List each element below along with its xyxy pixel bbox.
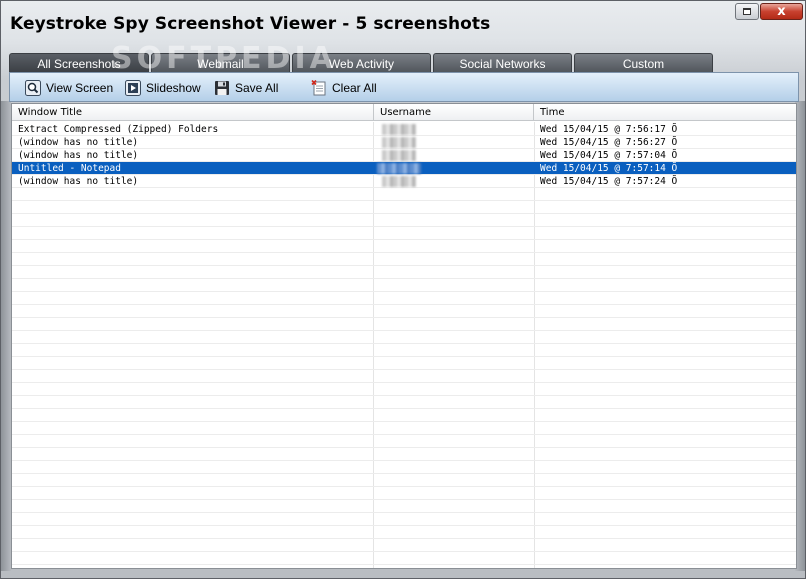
row-time: Wed 15/04/15 @ 7:56:17 Õ <box>540 124 678 135</box>
empty-row <box>12 240 796 253</box>
close-button[interactable]: x <box>760 3 803 20</box>
app-window: Keystroke Spy Screenshot Viewer - 5 scre… <box>0 0 806 579</box>
clear-all-label: Clear All <box>332 81 377 95</box>
tab-all-screenshots[interactable]: All Screenshots <box>9 53 149 73</box>
row-window-title: (window has no title) <box>18 137 139 148</box>
row-time: Wed 15/04/15 @ 7:57:24 Õ <box>540 176 678 187</box>
username-redacted <box>382 124 416 135</box>
empty-row <box>12 552 796 565</box>
slideshow-button[interactable]: Slideshow <box>124 78 201 98</box>
empty-row <box>12 435 796 448</box>
empty-row <box>12 253 796 266</box>
table-row[interactable]: Extract Compressed (Zipped) Folders Wed … <box>12 123 796 136</box>
empty-row <box>12 266 796 279</box>
toolbar: View Screen Slideshow Save All Clear All <box>9 72 799 102</box>
empty-row <box>12 370 796 383</box>
empty-row <box>12 500 796 513</box>
row-time: Wed 15/04/15 @ 7:56:27 Õ <box>540 137 678 148</box>
empty-row <box>12 396 796 409</box>
tab-web-activity[interactable]: Web Activity <box>292 53 431 73</box>
table-row[interactable]: (window has no title) Wed 15/04/15 @ 7:5… <box>12 175 796 188</box>
empty-row <box>12 526 796 539</box>
tab-social-networks[interactable]: Social Networks <box>433 53 572 73</box>
window-frame-left <box>1 101 11 571</box>
column-header-username[interactable]: Username <box>374 104 534 121</box>
tab-custom[interactable]: Custom <box>574 53 713 73</box>
save-all-button[interactable]: Save All <box>213 78 278 98</box>
window-title: Keystroke Spy Screenshot Viewer - 5 scre… <box>10 14 491 34</box>
username-redacted <box>382 150 416 161</box>
empty-row <box>12 487 796 500</box>
clear-document-icon <box>310 80 327 97</box>
restore-icon <box>743 8 751 15</box>
empty-row <box>12 565 796 568</box>
row-window-title: Extract Compressed (Zipped) Folders <box>18 124 219 135</box>
username-redacted <box>377 163 421 174</box>
table-row[interactable]: (window has no title) Wed 15/04/15 @ 7:5… <box>12 149 796 162</box>
row-window-title: Untitled - Notepad <box>18 163 121 174</box>
empty-row <box>12 305 796 318</box>
minimize-button[interactable] <box>735 3 759 20</box>
table-row[interactable]: (window has no title) Wed 15/04/15 @ 7:5… <box>12 136 796 149</box>
clear-all-button[interactable]: Clear All <box>310 78 377 98</box>
close-icon: x <box>777 4 786 19</box>
empty-row <box>12 422 796 435</box>
row-time: Wed 15/04/15 @ 7:57:04 Õ <box>540 150 678 161</box>
empty-row <box>12 344 796 357</box>
table-row-selected[interactable]: Untitled - Notepad Wed 15/04/15 @ 7:57:1… <box>12 162 796 175</box>
row-time: Wed 15/04/15 @ 7:57:14 Õ <box>540 163 678 174</box>
empty-row <box>12 318 796 331</box>
table-header: Window Title Username Time <box>12 104 796 121</box>
column-header-window-title[interactable]: Window Title <box>12 104 374 121</box>
username-redacted <box>382 176 416 187</box>
empty-row <box>12 448 796 461</box>
tab-webmail[interactable]: Webmail <box>151 53 290 73</box>
table-body: Extract Compressed (Zipped) Folders Wed … <box>12 122 796 568</box>
empty-row <box>12 201 796 214</box>
empty-row <box>12 461 796 474</box>
empty-row <box>12 188 796 201</box>
username-redacted <box>382 137 416 148</box>
empty-row <box>12 279 796 292</box>
row-window-title: (window has no title) <box>18 150 139 161</box>
empty-row <box>12 474 796 487</box>
row-window-title: (window has no title) <box>18 176 139 187</box>
empty-row <box>12 383 796 396</box>
magnifier-icon <box>24 80 41 97</box>
floppy-disk-icon <box>213 80 230 97</box>
empty-row <box>12 331 796 344</box>
empty-row <box>12 292 796 305</box>
slideshow-label: Slideshow <box>146 81 201 95</box>
column-header-time[interactable]: Time <box>534 104 796 121</box>
save-all-label: Save All <box>235 81 279 95</box>
play-icon <box>124 80 141 97</box>
view-screen-label: View Screen <box>46 81 114 95</box>
empty-row <box>12 227 796 240</box>
empty-row <box>12 214 796 227</box>
empty-row <box>12 357 796 370</box>
empty-row <box>12 409 796 422</box>
empty-row <box>12 513 796 526</box>
view-screen-button[interactable]: View Screen <box>24 78 113 98</box>
screenshot-table: Window Title Username Time Extract Compr… <box>11 103 797 569</box>
empty-row <box>12 539 796 552</box>
